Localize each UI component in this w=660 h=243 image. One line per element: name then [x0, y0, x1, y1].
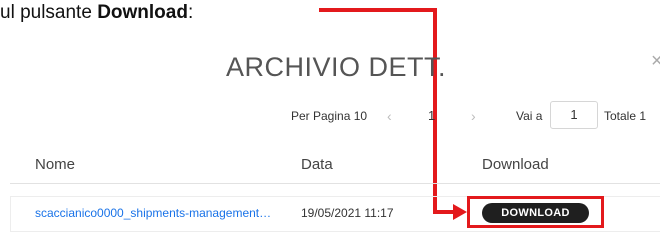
per-page-selector[interactable]: Per Pagina 10 — [291, 104, 367, 128]
date-cell: 19/05/2021 11:17 — [301, 206, 394, 220]
current-page[interactable]: 1 — [428, 104, 435, 128]
file-name-link[interactable]: scaccianico0000_shipments-management… — [35, 206, 271, 220]
goto-label: Vai a — [516, 109, 543, 123]
arrow-segment-top — [319, 8, 437, 12]
instruction-suffix: : — [187, 2, 194, 23]
column-header-download: Download — [482, 156, 549, 173]
chevron-right-icon[interactable]: › — [471, 104, 476, 128]
header-divider — [10, 183, 660, 184]
goto-page-input[interactable]: 1 — [550, 101, 598, 129]
instruction-prefix: ul pulsante — [0, 2, 98, 23]
dialog-title: ARCHIVIO DETT. — [226, 52, 447, 82]
column-header-name: Nome — [35, 156, 76, 173]
instruction-text: ul pulsante Download: — [0, 0, 193, 28]
total-label: Totale 1 — [604, 109, 647, 123]
close-icon[interactable]: × — [651, 50, 660, 73]
instruction-bold: Download — [97, 2, 188, 23]
chevron-left-icon[interactable]: ‹ — [387, 104, 392, 128]
column-header-date: Data — [301, 156, 333, 173]
download-button[interactable]: DOWNLOAD — [482, 203, 589, 223]
